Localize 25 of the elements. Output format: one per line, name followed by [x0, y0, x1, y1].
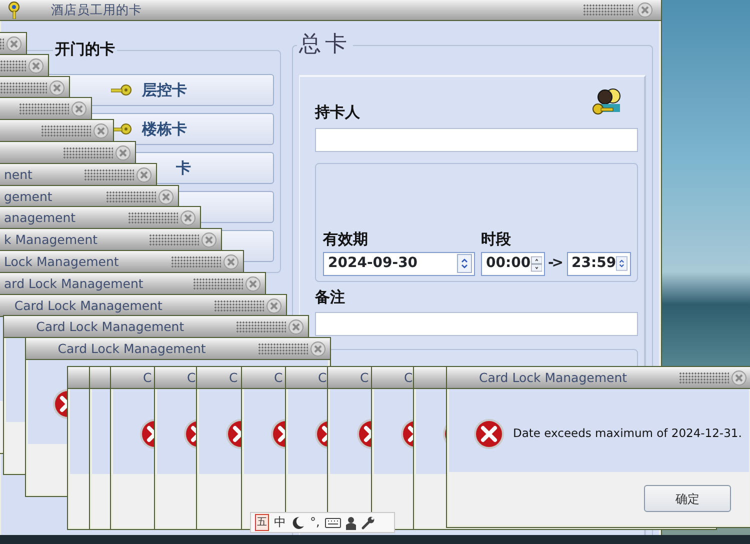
window-title: Card Lock Management — [58, 341, 206, 358]
group-title: 开门的卡 — [53, 40, 117, 58]
window-title: gement — [4, 188, 52, 205]
window-title: Lock Management — [4, 254, 119, 270]
field-label: 有效期 — [323, 230, 368, 248]
window-title: C — [404, 370, 413, 386]
window-title: Card Lock Management — [14, 298, 162, 314]
window-title: C — [318, 370, 327, 386]
field-label: 持卡人 — [315, 103, 360, 121]
window-title: Card Lock Management — [36, 319, 184, 336]
field-label: 备注 — [315, 288, 345, 306]
window-title: nent — [4, 166, 32, 183]
window-title: C — [187, 370, 196, 386]
window-title: ard Lock Management — [4, 276, 144, 292]
arrow-text: -> — [548, 254, 562, 273]
window-title: C — [360, 370, 369, 386]
window-title: C — [143, 370, 152, 386]
window-title: 酒店员工用的卡 — [51, 2, 142, 18]
window-title: anagement — [4, 210, 76, 226]
error-message: Date exceeds maximum of 2024-12-31. — [513, 425, 742, 442]
window-title: k Management — [4, 232, 98, 248]
window-title: C — [274, 370, 283, 386]
field-label: 时段 — [481, 230, 511, 248]
window-title: Card Lock Management — [479, 370, 628, 386]
window-title: C — [229, 370, 238, 386]
